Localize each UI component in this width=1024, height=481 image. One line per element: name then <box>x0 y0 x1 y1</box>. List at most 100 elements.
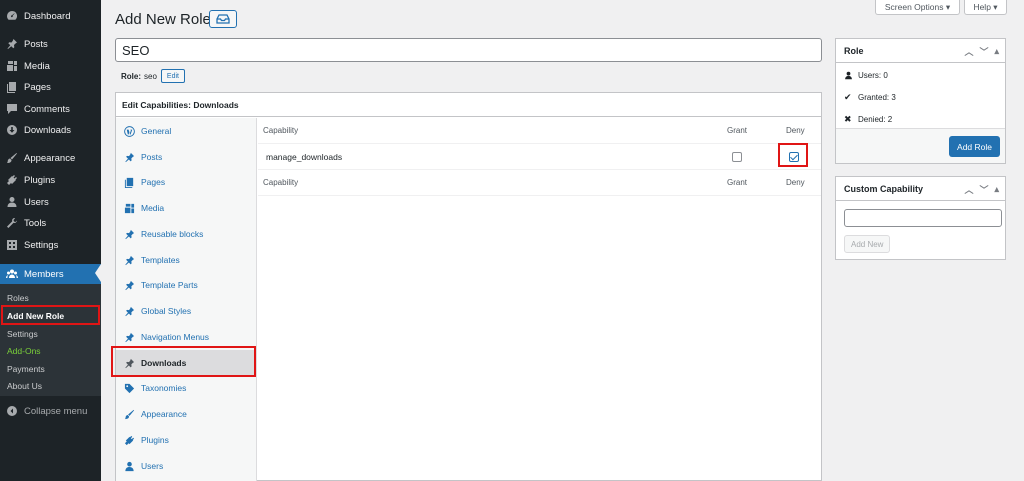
custom-capability-input[interactable] <box>844 209 1002 227</box>
submenu-payments[interactable]: Payments <box>7 364 45 374</box>
toggle-icon[interactable]: ▴ <box>994 184 999 195</box>
menu-item-downloads[interactable]: Downloads <box>0 120 101 140</box>
move-up-icon[interactable]: ︿ <box>964 183 973 196</box>
menu-item-media[interactable]: Media <box>0 56 101 76</box>
pin-icon <box>123 228 135 240</box>
role-name-input[interactable]: SEO <box>115 38 822 62</box>
tab-label: Navigation Menus <box>141 332 210 342</box>
groups-icon <box>6 268 18 280</box>
tab-users[interactable]: Users <box>116 453 257 479</box>
menu-item-comments[interactable]: Comments <box>0 99 101 119</box>
comments-icon <box>6 103 18 115</box>
toggle-icon[interactable]: ▴ <box>994 46 999 57</box>
tab-reusable-blocks[interactable]: Reusable blocks <box>116 221 257 247</box>
role-icon-button[interactable] <box>209 10 237 28</box>
role-slug: Role: seo Edit <box>121 69 185 83</box>
menu-label: Plugins <box>24 174 56 186</box>
granted-stat: ✔ Granted: 3 <box>844 92 896 103</box>
tab-label: Reusable blocks <box>141 229 204 239</box>
tab-global-styles[interactable]: Global Styles <box>116 298 257 324</box>
custom-capability-header: Custom Capability ︿ ﹀ ▴ <box>836 177 1005 201</box>
media-icon <box>6 60 18 72</box>
tab-templates[interactable]: Templates <box>116 247 257 273</box>
column-deny: Deny <box>786 178 805 187</box>
capabilities-heading: Edit Capabilities: Downloads <box>116 93 821 117</box>
users-count: Users: 0 <box>858 71 888 80</box>
menu-item-tools[interactable]: Tools <box>0 213 101 233</box>
help-button[interactable]: Help ▾ <box>964 0 1007 15</box>
tab-label: Media <box>141 203 165 213</box>
users-stat: Users: 0 <box>844 71 888 80</box>
column-deny: Deny <box>786 126 805 135</box>
box-controls: ︿ ﹀ ▴ <box>964 39 999 63</box>
plugin-icon <box>123 434 135 446</box>
menu-label: Media <box>24 60 50 72</box>
menu-item-plugins[interactable]: Plugins <box>0 170 101 190</box>
tab-label: Taxonomies <box>141 383 187 393</box>
pin-icon <box>123 151 135 163</box>
menu-item-posts[interactable]: Posts <box>0 34 101 54</box>
highlight-box <box>111 346 256 377</box>
menu-label: Members <box>24 268 64 280</box>
tab-appearance[interactable]: Appearance <box>116 401 257 427</box>
tab-label: Global Styles <box>141 306 192 316</box>
users-icon <box>123 460 135 472</box>
wordpress-icon <box>123 125 135 137</box>
submenu-about-us[interactable]: About Us <box>7 381 42 391</box>
tab-posts[interactable]: Posts <box>116 144 257 170</box>
menu-label: Posts <box>24 38 48 50</box>
menu-label: Settings <box>24 239 59 251</box>
custom-capability-title: Custom Capability <box>844 183 924 194</box>
tab-media[interactable]: Media <box>116 195 257 221</box>
move-up-icon[interactable]: ︿ <box>964 45 973 58</box>
menu-item-pages[interactable]: Pages <box>0 77 101 97</box>
column-capability: Capability <box>263 126 299 135</box>
submenu-settings[interactable]: Settings <box>7 329 38 339</box>
grant-checkbox[interactable] <box>732 151 742 162</box>
collapse-icon <box>6 405 18 417</box>
current-menu-arrow <box>95 264 101 282</box>
add-role-button[interactable]: Add Role <box>949 136 1000 157</box>
settings-icon <box>6 239 18 251</box>
column-grant: Grant <box>727 126 748 135</box>
move-down-icon[interactable]: ﹀ <box>979 45 988 58</box>
submenu-add-ons[interactable]: Add-Ons <box>7 346 41 356</box>
tab-label: Templates <box>141 255 180 265</box>
add-new-capability-button[interactable]: Add New <box>844 235 891 253</box>
role-box-header: Role ︿ ﹀ ▴ <box>836 39 1005 63</box>
tab-taxonomies[interactable]: Taxonomies <box>116 375 257 401</box>
tab-label: General <box>141 126 172 136</box>
check-icon: ✔ <box>844 92 852 102</box>
pages-icon <box>6 81 18 93</box>
collapse-menu-button[interactable]: Collapse menu <box>0 401 101 421</box>
brush-icon <box>6 152 18 164</box>
menu-label: Users <box>24 196 49 208</box>
role-box-title: Role <box>844 45 864 56</box>
menu-label: Comments <box>24 103 70 115</box>
tab-plugins[interactable]: Plugins <box>116 427 257 453</box>
pin-icon <box>123 279 135 291</box>
menu-item-appearance[interactable]: Appearance <box>0 148 101 168</box>
submenu-roles[interactable]: Roles <box>7 293 29 303</box>
role-slug-label: Role: <box>121 71 141 81</box>
menu-item-settings[interactable]: Settings <box>0 235 101 255</box>
denied-count: Denied: 2 <box>858 115 893 124</box>
capabilities-box: Edit Capabilities: Downloads General Pos… <box>115 92 822 481</box>
menu-item-users[interactable]: Users <box>0 192 101 212</box>
menu-item-members[interactable]: Members <box>0 264 101 284</box>
custom-capability-box: Custom Capability ︿ ﹀ ▴ Add New <box>835 176 1006 260</box>
media-icon <box>123 202 135 214</box>
denied-stat: ✖ Denied: 2 <box>844 114 892 125</box>
edit-slug-button[interactable]: Edit <box>160 69 185 83</box>
download-icon <box>6 124 18 136</box>
tab-general[interactable]: General <box>116 118 257 144</box>
move-down-icon[interactable]: ﹀ <box>979 183 988 196</box>
tab-template-parts[interactable]: Template Parts <box>116 272 257 298</box>
pin-icon <box>123 331 135 343</box>
tab-pages[interactable]: Pages <box>116 169 257 195</box>
tab-label: Posts <box>141 152 163 162</box>
column-grant: Grant <box>727 178 748 187</box>
menu-item-dashboard[interactable]: Dashboard <box>0 6 101 26</box>
screen-options-button[interactable]: Screen Options ▾ <box>875 0 960 15</box>
table-row: manage_downloads <box>258 144 821 170</box>
